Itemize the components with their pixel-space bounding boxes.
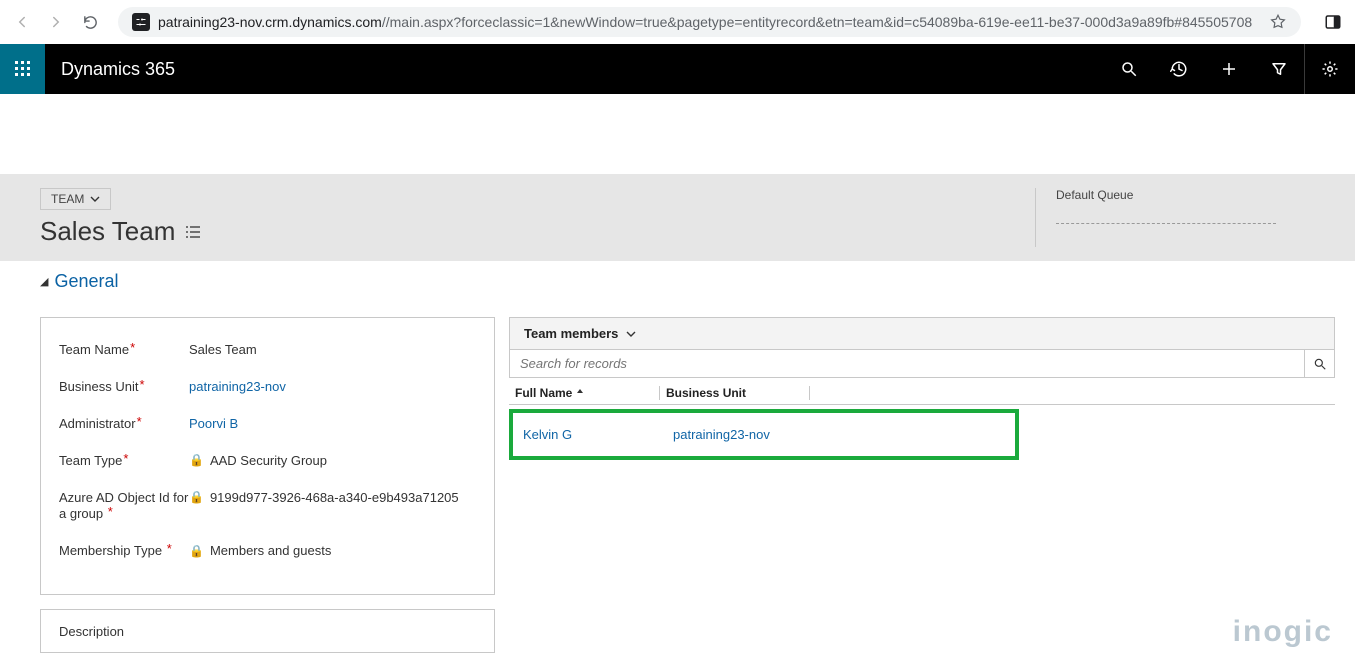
administrator-value[interactable]: Poorvi B — [189, 416, 476, 431]
business-unit-value[interactable]: patraining23-nov — [189, 379, 476, 394]
brand-title: Dynamics 365 — [61, 59, 175, 80]
team-members-header[interactable]: Team members — [509, 317, 1335, 349]
site-settings-icon[interactable] — [132, 13, 150, 31]
lock-icon: 🔒 — [189, 453, 204, 467]
col-business-unit[interactable]: Business Unit — [659, 386, 809, 400]
chevron-down-icon — [90, 194, 100, 204]
col-full-name[interactable]: Full Name — [509, 386, 659, 400]
default-queue-value[interactable] — [1056, 210, 1276, 224]
team-name-label: Team Name* — [59, 342, 189, 359]
team-name-value[interactable]: Sales Team — [189, 342, 476, 357]
chevron-down-icon — [626, 329, 636, 339]
browser-toolbar: patraining23-nov.crm.dynamics.com//main.… — [0, 0, 1355, 44]
watermark-logo: inogic — [1233, 615, 1333, 649]
team-type-value[interactable]: 🔒 AAD Security Group — [189, 453, 476, 468]
members-grid-row[interactable]: Kelvin G patraining23-nov — [509, 409, 1019, 460]
ribbon-area — [0, 94, 1355, 174]
general-form: Team Name* Sales Team Business Unit* pat… — [40, 317, 495, 595]
member-full-name[interactable]: Kelvin G — [513, 427, 663, 442]
default-queue-label: Default Queue — [1056, 188, 1335, 202]
lock-icon: 🔒 — [189, 490, 204, 504]
dynamics-top-bar: Dynamics 365 — [0, 44, 1355, 94]
settings-gear-icon[interactable] — [1305, 44, 1355, 94]
lock-icon: 🔒 — [189, 544, 204, 558]
member-business-unit[interactable]: patraining23-nov — [663, 427, 863, 442]
forward-button[interactable] — [42, 8, 70, 36]
record-title: Sales Team — [40, 216, 175, 247]
recent-icon[interactable] — [1154, 44, 1204, 94]
membership-type-value[interactable]: 🔒 Members and guests — [189, 543, 476, 558]
bookmark-star-icon[interactable] — [1269, 13, 1287, 31]
administrator-label: Administrator* — [59, 416, 189, 433]
side-panel-icon[interactable] — [1319, 8, 1347, 36]
business-unit-label: Business Unit* — [59, 379, 189, 396]
search-icon[interactable] — [1104, 44, 1154, 94]
reload-button[interactable] — [76, 8, 104, 36]
url-text: patraining23-nov.crm.dynamics.com//main.… — [158, 14, 1261, 30]
app-launcher-icon[interactable] — [0, 44, 45, 94]
section-general-header[interactable]: ◢ General — [40, 271, 119, 292]
aad-object-label: Azure AD Object Id for a group * — [59, 490, 189, 524]
members-grid-header: Full Name Business Unit — [509, 378, 1335, 405]
address-bar[interactable]: patraining23-nov.crm.dynamics.com//main.… — [118, 7, 1301, 37]
aad-object-value[interactable]: 🔒 9199d977-3926-468a-a340-e9b493a71205 — [189, 490, 476, 505]
new-icon[interactable] — [1204, 44, 1254, 94]
description-field[interactable]: Description — [40, 609, 495, 653]
members-search-input[interactable] — [510, 350, 1304, 377]
back-button[interactable] — [8, 8, 36, 36]
members-search-button[interactable] — [1304, 350, 1334, 377]
filter-icon[interactable] — [1254, 44, 1304, 94]
record-header: TEAM Sales Team Default Queue — [0, 174, 1355, 261]
sort-asc-icon — [576, 388, 584, 398]
team-type-label: Team Type* — [59, 453, 189, 470]
membership-type-label: Membership Type * — [59, 543, 189, 560]
form-selector-icon[interactable] — [185, 225, 201, 239]
entity-type-dropdown[interactable]: TEAM — [40, 188, 111, 210]
collapse-triangle-icon: ◢ — [40, 275, 48, 288]
